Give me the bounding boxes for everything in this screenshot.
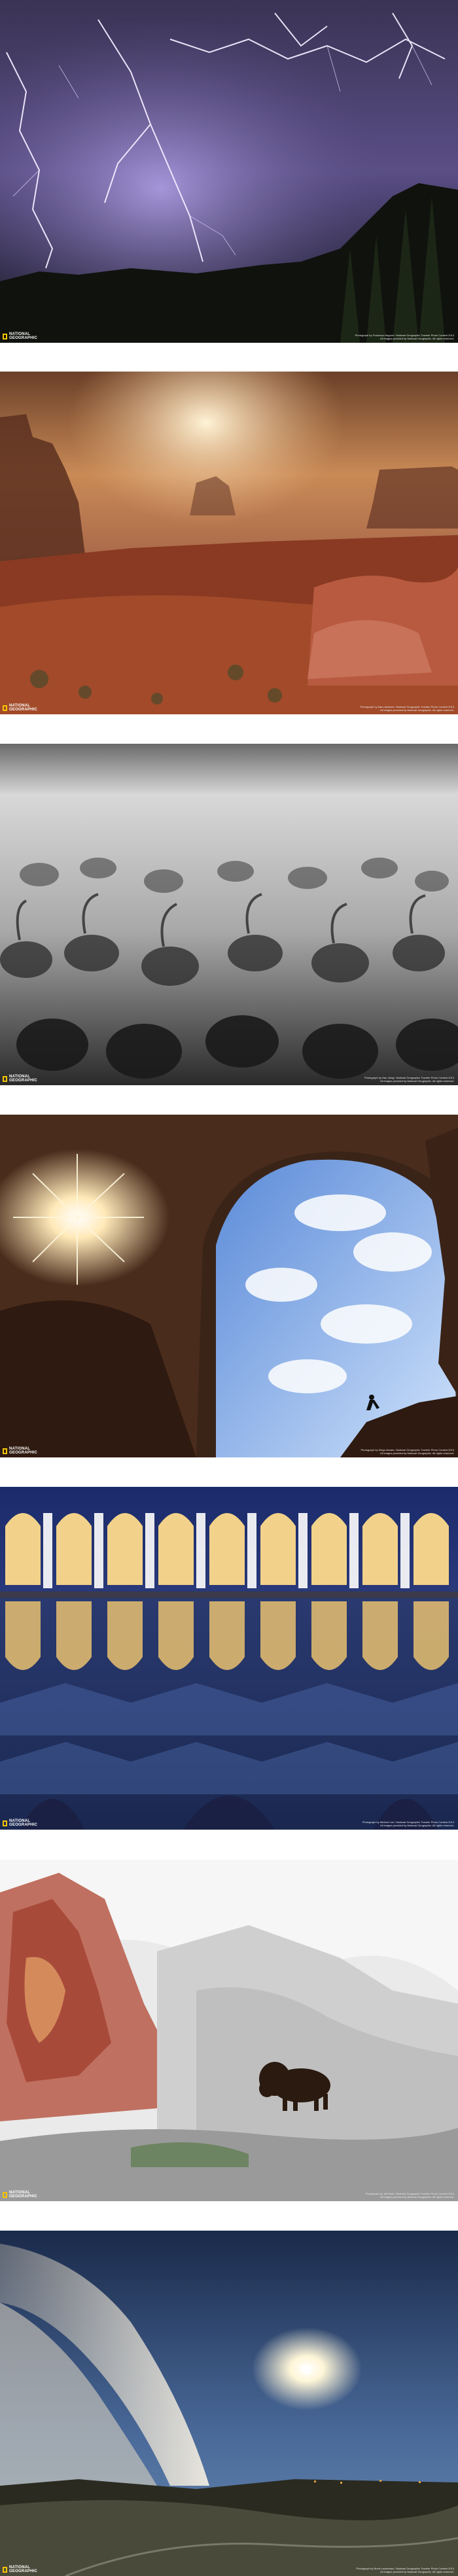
photo-mosque-reflection: NATIONAL GEOGRAPHIC Photograph by Michae… xyxy=(0,1487,458,1830)
logo-text: NATIONAL GEOGRAPHIC xyxy=(9,332,38,340)
natgeo-logo: NATIONAL GEOGRAPHIC xyxy=(3,704,38,712)
photo-bison-hot-spring: NATIONAL GEOGRAPHIC Photograph by Jeff M… xyxy=(0,1860,458,2201)
yellow-frame-icon xyxy=(3,2191,7,2198)
photo-rock-arch: NATIONAL GEOGRAPHIC Photograph by Diego … xyxy=(0,1115,458,1457)
logo-text: NATIONAL GEOGRAPHIC xyxy=(9,2191,38,2199)
yellow-frame-icon xyxy=(3,1075,7,1082)
photo-credit: Photograph by Michael Lim / National Geo… xyxy=(362,1820,454,1827)
photo-cranes-fog: NATIONAL GEOGRAPHIC Photograph by Hao Ji… xyxy=(0,744,458,1085)
photo-credit: Photograph by Brent Lamoreaux / National… xyxy=(356,2567,454,2573)
logo-text: NATIONAL GEOGRAPHIC xyxy=(9,1075,38,1083)
photo-lightning-storm: NATIONAL GEOGRAPHIC Photograph by Franci… xyxy=(0,0,458,343)
logo-text: NATIONAL GEOGRAPHIC xyxy=(9,1447,38,1455)
geyser-moon-image xyxy=(0,2231,458,2576)
logo-text: NATIONAL GEOGRAPHIC xyxy=(9,2566,38,2573)
natgeo-logo: NATIONAL GEOGRAPHIC xyxy=(3,2566,38,2573)
bison-hot-spring-image xyxy=(0,1860,458,2201)
photo-desert-buttes: NATIONAL GEOGRAPHIC Photograph by Marc A… xyxy=(0,372,458,714)
lightning-storm-image xyxy=(0,0,458,343)
yellow-frame-icon xyxy=(3,333,7,339)
natgeo-logo: NATIONAL GEOGRAPHIC xyxy=(3,2191,38,2199)
photo-credit: Photograph by Hao Jiang / National Geogr… xyxy=(364,1076,454,1083)
cranes-fog-image xyxy=(0,744,458,1085)
yellow-frame-icon xyxy=(3,1448,7,1454)
logo-text: NATIONAL GEOGRAPHIC xyxy=(9,1819,38,1827)
mosque-reflection-image xyxy=(0,1487,458,1830)
natgeo-logo: NATIONAL GEOGRAPHIC xyxy=(3,1819,38,1827)
yellow-frame-icon xyxy=(3,1820,7,1826)
logo-text: NATIONAL GEOGRAPHIC xyxy=(9,704,38,712)
natgeo-logo: NATIONAL GEOGRAPHIC xyxy=(3,332,38,340)
desert-buttes-image xyxy=(0,372,458,714)
photo-geyser-moon: NATIONAL GEOGRAPHIC Photograph by Brent … xyxy=(0,2231,458,2576)
natgeo-logo: NATIONAL GEOGRAPHIC xyxy=(3,1075,38,1083)
photo-credit: Photograph by Francisco Negroni / Nation… xyxy=(355,334,454,340)
yellow-frame-icon xyxy=(3,705,7,711)
photo-credit: Photograph by Marc Adamus / National Geo… xyxy=(360,705,454,712)
natgeo-logo: NATIONAL GEOGRAPHIC xyxy=(3,1447,38,1455)
photo-credit: Photograph by Jeff Mark / National Geogr… xyxy=(365,2192,454,2199)
yellow-frame-icon xyxy=(3,2566,7,2573)
photo-credit: Photograph by Diego Marais / National Ge… xyxy=(361,1448,454,1455)
rock-arch-image xyxy=(0,1115,458,1457)
